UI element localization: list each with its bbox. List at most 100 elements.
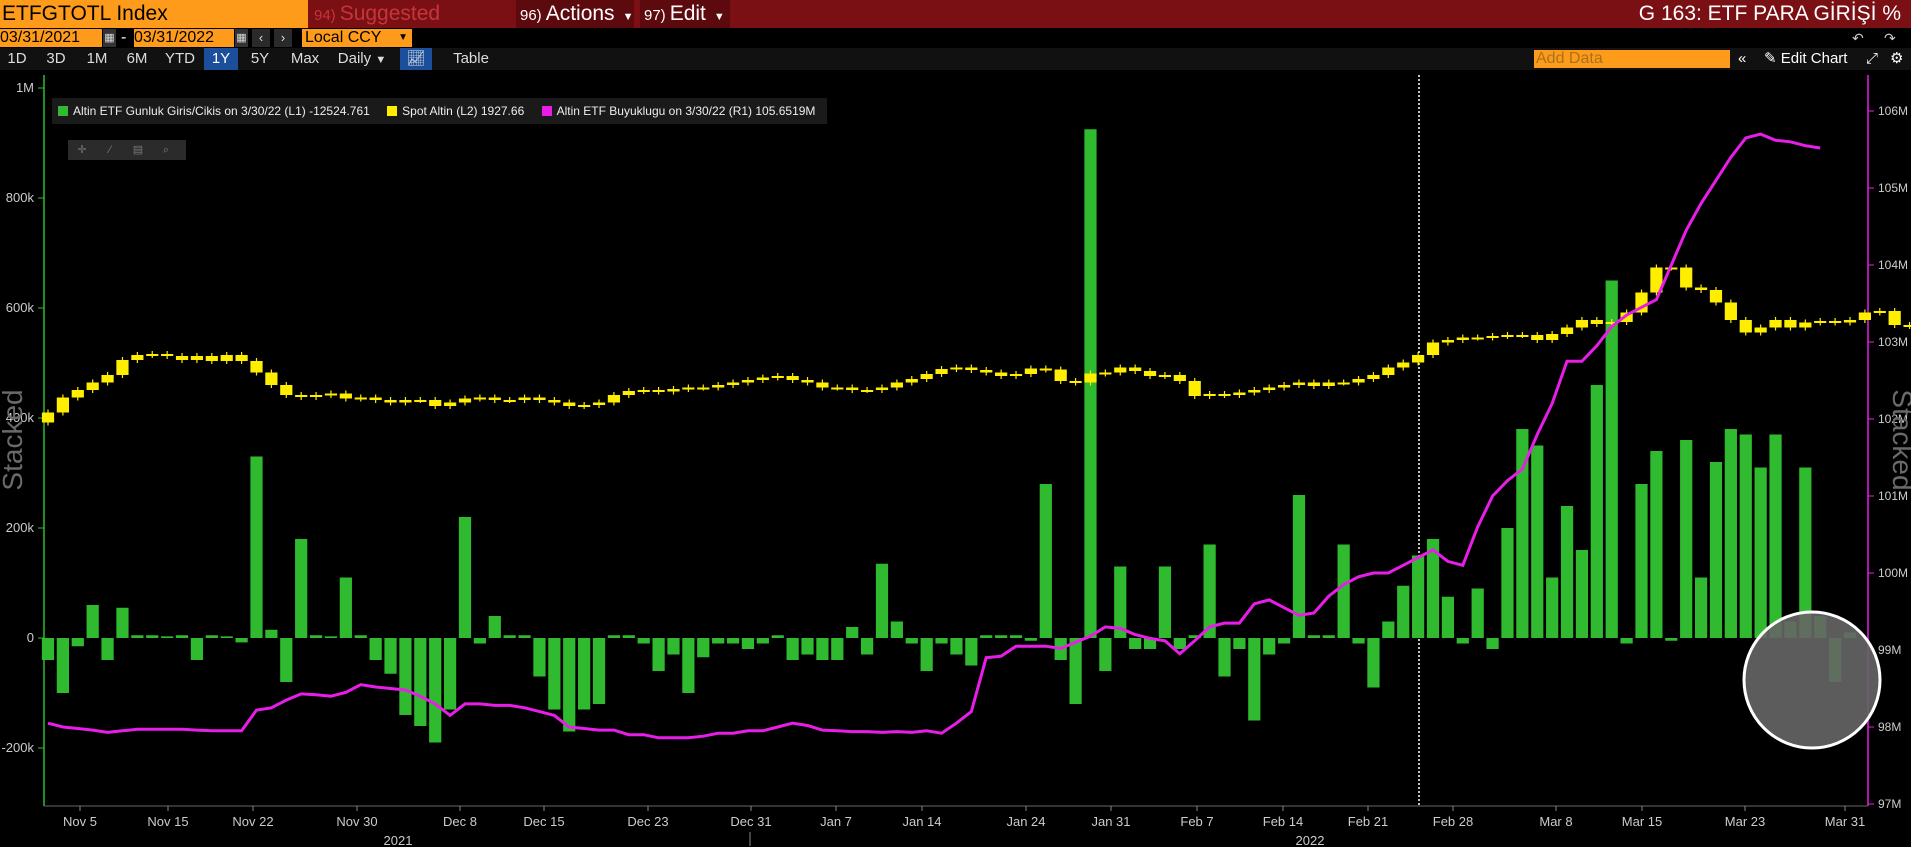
gold-candle-body [905, 379, 918, 383]
timeframe-max[interactable]: Max [284, 48, 326, 70]
right-tick-label: 100M [1878, 566, 1908, 580]
gold-candle-body [1471, 337, 1484, 340]
timeframe-5y[interactable]: 5Y [242, 48, 278, 70]
gold-candle-body [1307, 382, 1320, 386]
gold-candle-body [488, 397, 501, 400]
flow-bar [592, 638, 606, 704]
expand-icon[interactable]: ⤢ [1866, 48, 1878, 70]
collapse-icon[interactable]: « [1738, 48, 1746, 70]
flow-bar [1352, 638, 1365, 644]
edit-menu-button[interactable]: 97) Edit ▼ [640, 0, 730, 28]
suggested-charts-button[interactable]: 94)Suggested Charts [314, 0, 504, 55]
frequency-select[interactable]: Daily ▼ [330, 48, 394, 70]
timeframe-6m[interactable]: 6M [118, 48, 156, 70]
gold-candle-body [280, 385, 293, 395]
legend-item-size[interactable]: Altin ETF Buyuklugu on 3/30/22 (R1) 105.… [528, 104, 815, 118]
gold-candle-body [1352, 379, 1365, 383]
right-tick-label: 97M [1878, 797, 1901, 811]
timeframe-1m[interactable]: 1M [78, 48, 116, 70]
timeframe-ytd[interactable]: YTD [160, 48, 200, 70]
gold-candle-body [1769, 320, 1782, 328]
gold-candle-body [1337, 382, 1350, 385]
right-tick-label: 101M [1878, 489, 1908, 503]
crosshair-icon[interactable]: ✛ [68, 140, 96, 160]
gold-candle-body [309, 395, 323, 397]
gold-candle-body [1531, 335, 1544, 340]
gold-candle-body [726, 382, 740, 385]
timeframe-1d[interactable]: 1D [0, 48, 34, 70]
actions-menu-button[interactable]: 96) Actions ▼ [516, 0, 634, 28]
x-tick-label: Feb 21 [1348, 814, 1388, 829]
undo-icon[interactable]: ↶ [1852, 28, 1864, 48]
calendar-icon[interactable]: ▦ [103, 29, 116, 47]
timeframe-3d[interactable]: 3D [38, 48, 74, 70]
gold-candle-body [1694, 287, 1708, 290]
gear-icon[interactable]: ⚙ [1890, 48, 1903, 70]
flow-bar [190, 638, 204, 660]
gold-candle-body [161, 354, 174, 356]
flow-bar [280, 638, 293, 682]
end-date-input[interactable]: 03/31/2022 [134, 29, 234, 47]
ticker-field[interactable]: ETFGTOTL Index [0, 0, 308, 28]
pencil-icon: ✎ [1764, 50, 1777, 67]
table-button[interactable]: Table [440, 48, 502, 70]
legend-text: Spot Altin (L2) 1927.66 [402, 104, 525, 118]
flow-bar [1277, 638, 1291, 644]
gold-candle-body [801, 380, 814, 383]
gold-candle-body [1799, 322, 1812, 328]
gold-candle-body [980, 370, 993, 373]
gold-candle-body [250, 361, 263, 373]
gold-candle-body [1456, 337, 1469, 340]
chevron-right-icon[interactable]: › [274, 29, 292, 47]
gold-candle-body [473, 397, 486, 400]
add-data-input[interactable]: Add Data [1534, 50, 1730, 68]
gold-candle-body [1024, 368, 1038, 374]
flow-bar [488, 616, 501, 638]
calendar-icon[interactable]: ▦ [235, 29, 248, 47]
chart-legend: Altin ETF Gunluk Giris/Cikis on 3/30/22 … [52, 98, 827, 124]
gold-candle-body [1009, 374, 1023, 376]
gold-candle-body [548, 400, 561, 403]
draw-icon[interactable]: ∕ [96, 140, 124, 160]
start-date-input[interactable]: 03/31/2021 [0, 29, 102, 47]
flow-bar [1367, 638, 1380, 688]
currency-select[interactable]: Local CCY ▼ [302, 29, 412, 47]
gold-candle-body [518, 397, 531, 400]
flow-bar [890, 621, 903, 638]
suggested-charts-number: 94) [314, 7, 336, 24]
etf-size-series [47, 132, 1882, 750]
gold-candle-body [1590, 320, 1603, 324]
flow-bar [1650, 451, 1663, 638]
flow-bar [146, 635, 159, 638]
legend-item-gold[interactable]: Spot Altin (L2) 1927.66 [373, 104, 524, 118]
flow-bar [1769, 434, 1782, 638]
gold-candle-body [190, 356, 204, 360]
flow-bar [860, 638, 874, 655]
price-chart[interactable]: 1M800k600k400k200k0-200k106M105M104M103M… [0, 70, 1911, 847]
gold-candle-body [1263, 387, 1276, 390]
flow-bar [1024, 638, 1038, 641]
chart-tools: ✛ ∕ ▤ ⌕ [68, 140, 186, 160]
timeframe-1y[interactable]: 1Y [204, 48, 238, 70]
gold-candle-body [1277, 385, 1291, 388]
flow-bar [1694, 577, 1708, 638]
flow-bar [161, 636, 174, 638]
currency-value: Local CCY [305, 29, 382, 46]
zoom-icon[interactable]: ⌕ [152, 140, 180, 160]
chevron-left-icon[interactable]: ‹ [252, 29, 270, 47]
flow-bar [1382, 621, 1395, 638]
redo-icon[interactable]: ↷ [1884, 28, 1896, 48]
gold-candle-body [816, 382, 829, 388]
flow-bar [1069, 638, 1082, 704]
gold-candle-body [1367, 375, 1380, 379]
annotate-icon[interactable]: ▤ [124, 140, 152, 160]
edit-chart-button[interactable]: ✎ Edit Chart [1764, 48, 1847, 70]
flow-bar [41, 638, 55, 660]
x-tick-label: Nov 22 [232, 814, 273, 829]
line-chart-icon[interactable]: 📈︎ [400, 48, 432, 70]
gold-candle-body [1039, 368, 1052, 371]
flow-bar [1248, 638, 1261, 721]
legend-item-flows[interactable]: Altin ETF Gunluk Giris/Cikis on 3/30/22 … [52, 104, 370, 118]
flow-bar [1709, 462, 1723, 638]
year-label: 2021 [384, 833, 413, 847]
